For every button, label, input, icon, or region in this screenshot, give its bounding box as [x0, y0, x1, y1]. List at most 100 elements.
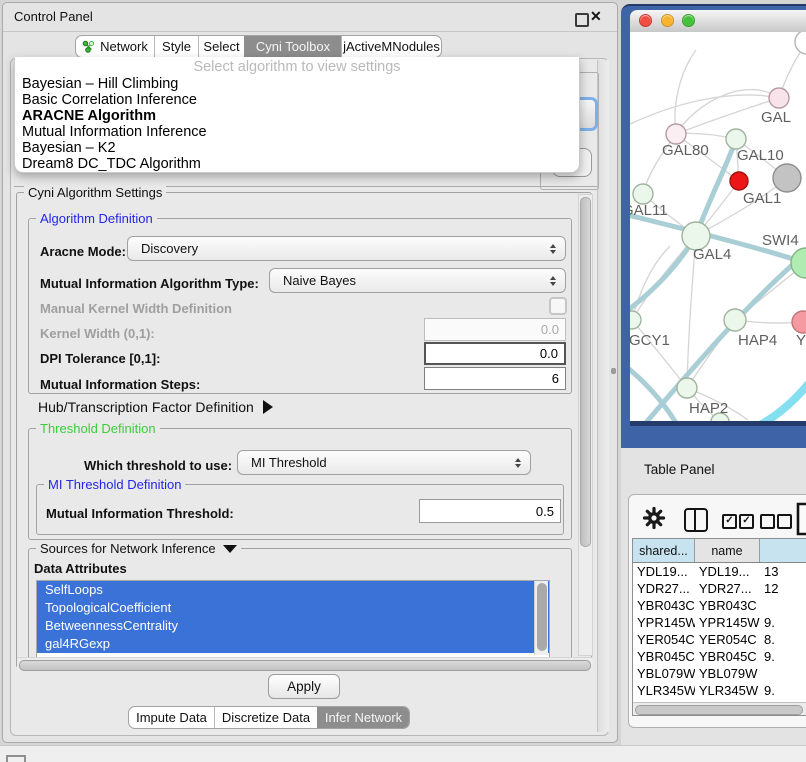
- network-node[interactable]: [795, 32, 806, 54]
- table-row[interactable]: YER054CYER054C8.: [633, 631, 806, 648]
- tab-select[interactable]: Select: [198, 36, 244, 57]
- table-row[interactable]: YPR145WYPR145W9.: [633, 614, 806, 631]
- tab-impute-data[interactable]: Impute Data: [129, 707, 214, 728]
- hub-definition-expander[interactable]: Hub/Transcription Factor Definition: [38, 399, 273, 415]
- tab-jactivemnodules[interactable]: jActiveMNodules: [341, 36, 441, 57]
- algorithm-option[interactable]: Dream8 DC_TDC Algorithm: [19, 156, 575, 172]
- tab-infer-network[interactable]: Infer Network: [317, 707, 409, 728]
- algorithm-option[interactable]: Mutual Information Inference: [19, 124, 575, 140]
- table-cell[interactable]: 12: [760, 580, 806, 597]
- network-node-y[interactable]: [792, 311, 806, 333]
- which-threshold-select[interactable]: MI Threshold: [237, 450, 531, 475]
- table-cell[interactable]: 8.: [760, 631, 806, 648]
- network-node-hap4[interactable]: [724, 309, 746, 331]
- table-cell[interactable]: YBR043C: [633, 597, 695, 614]
- table-cell[interactable]: 9.: [760, 648, 806, 665]
- apply-button[interactable]: Apply: [268, 674, 340, 699]
- scrollbar-thumb[interactable]: [19, 660, 591, 671]
- sources-group-title[interactable]: Sources for Network Inference: [36, 541, 241, 556]
- data-attributes-list[interactable]: SelfLoopsTopologicalCoefficientBetweenne…: [36, 580, 550, 658]
- float-window-icon[interactable]: [575, 13, 589, 27]
- tab-network[interactable]: Network: [76, 36, 154, 57]
- kernel-width-field[interactable]: 0.0: [424, 318, 566, 341]
- table-cell[interactable]: YDR27...: [695, 580, 760, 597]
- table-cell[interactable]: 9.: [760, 682, 806, 699]
- table-cell[interactable]: YDR27...: [633, 580, 695, 597]
- table-row[interactable]: YLR345WYLR345W9.: [633, 682, 806, 699]
- file-icon[interactable]: [795, 502, 806, 536]
- settings-vertical-scrollbar[interactable]: [578, 194, 593, 656]
- network-node-gal10[interactable]: [726, 129, 746, 149]
- table-cell[interactable]: YBR045C: [695, 648, 760, 665]
- algorithm-option[interactable]: ARACNE Algorithm: [19, 108, 575, 124]
- table-cell[interactable]: 9.: [760, 614, 806, 631]
- network-node-gal80[interactable]: [666, 124, 686, 144]
- attributes-scrollbar[interactable]: [534, 581, 548, 655]
- columns-icon[interactable]: [684, 508, 708, 532]
- network-node-gal11[interactable]: [633, 184, 653, 204]
- unchecked-box-icon[interactable]: [777, 514, 792, 529]
- table-cell[interactable]: YLR345W: [633, 682, 695, 699]
- settings-horizontal-scrollbar[interactable]: [17, 657, 593, 671]
- table-cell[interactable]: YBR045C: [633, 648, 695, 665]
- mac-minimize-button[interactable]: [661, 14, 674, 27]
- mi-steps-field[interactable]: 6: [424, 367, 566, 390]
- attribute-item[interactable]: BetweennessCentrality: [37, 617, 549, 635]
- network-canvas[interactable]: GALGAL80GAL10GAL1GAL11GAL4SWI4GCY1HAP4YH…: [630, 32, 806, 421]
- close-icon[interactable]: ✕: [590, 8, 602, 25]
- mi-threshold-field[interactable]: 0.5: [419, 499, 561, 523]
- table-cell[interactable]: YDL19...: [695, 563, 760, 580]
- table-row[interactable]: YBR045CYBR045C9.: [633, 648, 806, 665]
- splitter-handle[interactable]: [611, 368, 616, 374]
- network-window-titlebar[interactable]: [630, 10, 806, 33]
- table-cell[interactable]: YPR145W: [695, 614, 760, 631]
- table-cell[interactable]: YER054C: [695, 631, 760, 648]
- aracne-mode-select[interactable]: Discovery: [127, 236, 566, 261]
- network-node-gcy1[interactable]: [630, 311, 641, 329]
- attribute-item[interactable]: SelfLoops: [37, 581, 549, 599]
- table-horizontal-scrollbar[interactable]: [633, 702, 806, 715]
- mac-close-button[interactable]: [639, 14, 652, 27]
- network-node-gal1[interactable]: [730, 172, 748, 190]
- column-header-shared[interactable]: shared...: [633, 539, 695, 562]
- table-cell[interactable]: YPR145W: [633, 614, 695, 631]
- table-cell[interactable]: 13: [760, 563, 806, 580]
- table-row[interactable]: YBR043CYBR043C: [633, 597, 806, 614]
- network-node-gal[interactable]: [769, 88, 789, 108]
- mi-type-select[interactable]: Naive Bayes: [269, 268, 566, 293]
- scrollbar-thumb[interactable]: [537, 583, 547, 651]
- table-cell[interactable]: YLR345W: [695, 682, 760, 699]
- network-node[interactable]: [773, 164, 801, 192]
- tab-style[interactable]: Style: [154, 36, 198, 57]
- mac-zoom-button[interactable]: [682, 14, 695, 27]
- table-cell[interactable]: [760, 665, 806, 682]
- node-attribute-table[interactable]: shared...name YDL19...YDL19...13YDR27...…: [632, 538, 806, 716]
- manual-kernel-checkbox[interactable]: [549, 297, 567, 315]
- table-cell[interactable]: YER054C: [633, 631, 695, 648]
- checked-box-icon[interactable]: ✓: [722, 514, 737, 529]
- unchecked-box-icon[interactable]: [760, 514, 775, 529]
- scrollbar-thumb[interactable]: [580, 197, 591, 547]
- column-header[interactable]: [760, 539, 806, 562]
- tab-cyni-toolbox[interactable]: Cyni Toolbox: [244, 36, 341, 57]
- table-cell[interactable]: YBR043C: [695, 597, 760, 614]
- table-row[interactable]: YDR27...YDR27...12: [633, 580, 806, 597]
- checked-box-icon[interactable]: ✓: [739, 514, 754, 529]
- algorithm-option[interactable]: Bayesian – Hill Climbing: [19, 76, 575, 92]
- attribute-item[interactable]: TopologicalCoefficient: [37, 599, 549, 617]
- algorithm-option[interactable]: Bayesian – K2: [19, 140, 575, 156]
- minimized-panel-icon[interactable]: [6, 755, 26, 762]
- gear-icon[interactable]: [642, 506, 666, 530]
- table-cell[interactable]: [760, 597, 806, 614]
- column-header-name[interactable]: name: [695, 539, 760, 562]
- dpi-tolerance-field[interactable]: 0.0: [424, 342, 566, 365]
- scrollbar-thumb[interactable]: [635, 705, 803, 715]
- attribute-item[interactable]: gal4RGexp: [37, 635, 549, 653]
- algorithm-option[interactable]: Basic Correlation Inference: [19, 92, 575, 108]
- table-cell[interactable]: YDL19...: [633, 563, 695, 580]
- table-row[interactable]: YBL079WYBL079W: [633, 665, 806, 682]
- table-cell[interactable]: YBL079W: [695, 665, 760, 682]
- table-cell[interactable]: YBL079W: [633, 665, 695, 682]
- table-row[interactable]: YDL19...YDL19...13: [633, 563, 806, 580]
- tab-discretize-data[interactable]: Discretize Data: [214, 707, 317, 728]
